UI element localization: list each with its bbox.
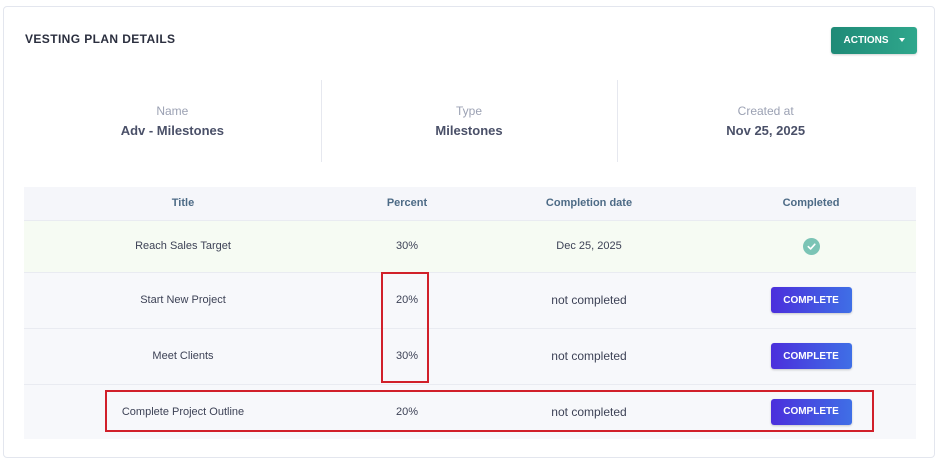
info-value: Nov 25, 2025 <box>726 123 806 138</box>
table-row: Meet Clients 30% not completed COMPLETE <box>24 327 916 384</box>
milestone-title: Start New Project <box>24 271 342 328</box>
caret-down-icon <box>898 37 905 42</box>
info-type: Type Milestones <box>320 80 618 162</box>
column-header-title: Title <box>24 187 342 220</box>
column-header-percent: Percent <box>342 187 472 220</box>
vesting-plan-card: VESTING PLAN DETAILS ACTIONS Name Adv - … <box>3 6 935 458</box>
check-circle-icon <box>802 237 820 255</box>
complete-button[interactable]: COMPLETE <box>770 343 852 369</box>
info-created-at: Created at Nov 25, 2025 <box>617 80 914 162</box>
milestone-title: Meet Clients <box>24 327 342 384</box>
info-label: Type <box>456 104 483 118</box>
info-label: Created at <box>737 104 794 118</box>
milestone-date: not completed <box>472 383 706 439</box>
milestone-percent: 20% <box>342 271 472 328</box>
milestone-percent: 30% <box>342 219 472 272</box>
milestone-percent: 30% <box>342 327 472 384</box>
complete-button[interactable]: COMPLETE <box>770 398 852 425</box>
milestone-completed: COMPLETE <box>706 327 916 384</box>
info-value: Milestones <box>435 123 503 138</box>
milestone-date: Dec 25, 2025 <box>472 219 706 272</box>
actions-label: ACTIONS <box>843 35 889 46</box>
info-value: Adv - Milestones <box>120 123 224 138</box>
milestone-completed <box>706 219 916 272</box>
milestone-percent: 20% <box>342 383 472 439</box>
milestone-title: Complete Project Outline <box>24 383 342 439</box>
info-label: Name <box>156 104 189 118</box>
column-header-completion-date: Completion date <box>472 187 706 220</box>
table-row: Start New Project 20% not completed COMP… <box>24 271 916 328</box>
milestone-completed: COMPLETE <box>706 271 916 328</box>
milestone-date: not completed <box>472 327 706 384</box>
plan-info-row: Name Adv - Milestones Type Milestones Cr… <box>24 80 914 162</box>
card-title: VESTING PLAN DETAILS <box>25 32 176 46</box>
table-row: Complete Project Outline 20% not complet… <box>24 383 916 439</box>
info-name: Name Adv - Milestones <box>24 80 321 162</box>
table-header-row: Title Percent Completion date Completed <box>24 187 916 220</box>
milestone-title: Reach Sales Target <box>24 219 342 272</box>
table-row: Reach Sales Target 30% Dec 25, 2025 <box>24 219 916 272</box>
complete-button[interactable]: COMPLETE <box>770 287 852 313</box>
actions-button[interactable]: ACTIONS <box>831 27 917 54</box>
milestone-date: not completed <box>472 271 706 328</box>
milestones-table: Title Percent Completion date Completed … <box>24 187 916 439</box>
milestone-completed: COMPLETE <box>706 383 916 439</box>
column-header-completed: Completed <box>706 187 916 220</box>
